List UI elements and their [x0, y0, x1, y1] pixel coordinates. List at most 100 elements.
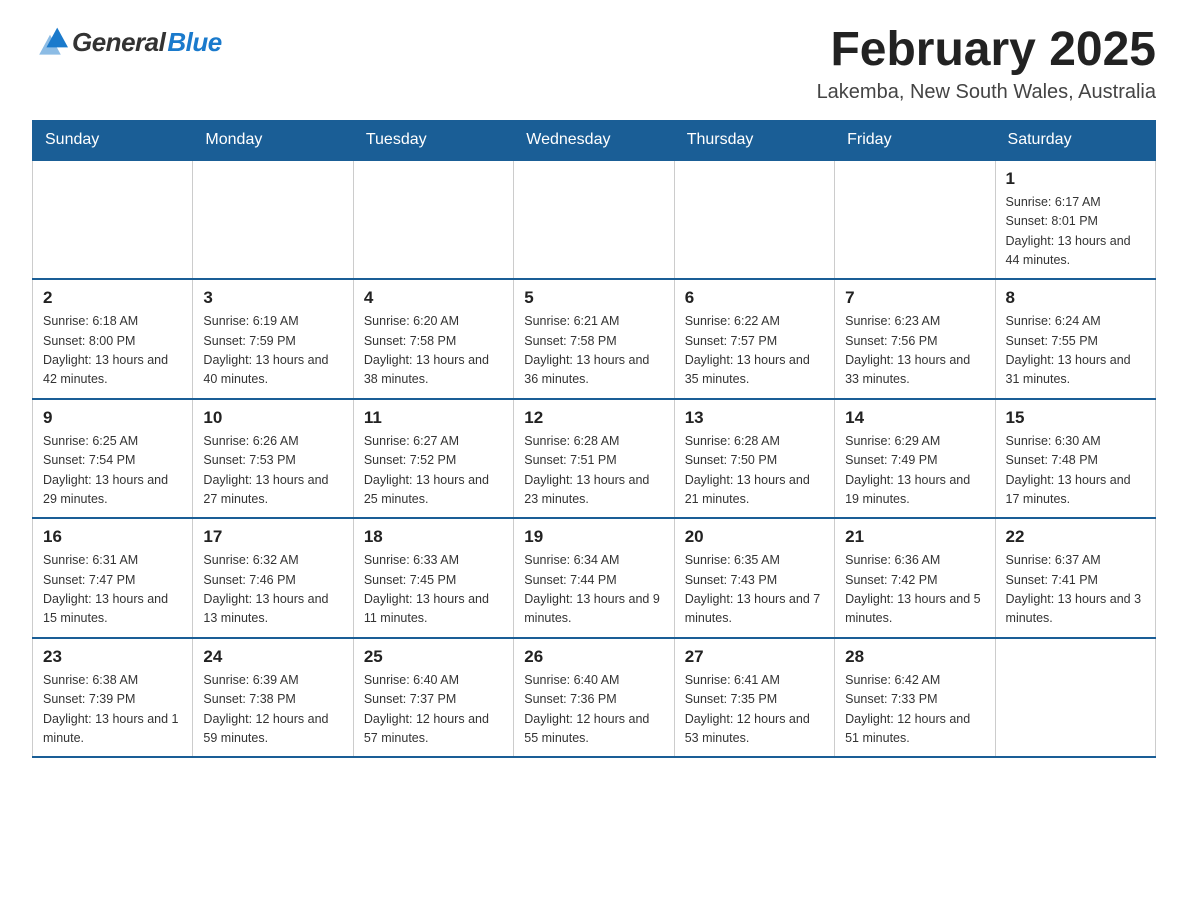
day-number: 19	[524, 527, 663, 547]
calendar-cell: 27 Sunrise: 6:41 AM Sunset: 7:35 PM Dayli…	[674, 638, 834, 758]
day-info: Sunrise: 6:32 AM Sunset: 7:46 PM Dayligh…	[203, 551, 342, 629]
calendar-cell	[674, 160, 834, 280]
day-number: 3	[203, 288, 342, 308]
calendar-cell: 18Sunrise: 6:33 AM Sunset: 7:45 PM Dayli…	[353, 518, 513, 638]
day-info: Sunrise: 6:29 AM Sunset: 7:49 PM Dayligh…	[845, 432, 984, 510]
day-number: 27	[685, 647, 824, 667]
column-header-tuesday: Tuesday	[353, 120, 513, 160]
column-header-thursday: Thursday	[674, 120, 834, 160]
title-section: February 2025 Lakemba, New South Wales, …	[817, 24, 1156, 104]
day-info: Sunrise: 6:25 AM Sunset: 7:54 PM Dayligh…	[43, 432, 182, 510]
day-info: Sunrise: 6:20 AM Sunset: 7:58 PM Dayligh…	[364, 312, 503, 390]
page-subtitle: Lakemba, New South Wales, Australia	[817, 81, 1156, 104]
calendar-week-row: 1 Sunrise: 6:17 AM Sunset: 8:01 PM Daylig…	[33, 160, 1156, 280]
day-info: Sunrise: 6:36 AM Sunset: 7:42 PM Dayligh…	[845, 551, 984, 629]
day-number: 2	[43, 288, 182, 308]
calendar-week-row: 23 Sunrise: 6:38 AM Sunset: 7:39 PM Dayli…	[33, 638, 1156, 758]
column-header-sunday: Sunday	[33, 120, 193, 160]
column-header-monday: Monday	[193, 120, 353, 160]
calendar-week-row: 9 Sunrise: 6:25 AM Sunset: 7:54 PM Daylig…	[33, 399, 1156, 519]
day-number: 10	[203, 408, 342, 428]
page-header: General Blue February 2025 Lakemba, New …	[32, 24, 1156, 104]
calendar-cell: 21 Sunrise: 6:36 AM Sunset: 7:42 PM Dayli…	[835, 518, 995, 638]
day-info: Sunrise: 6:18 AM Sunset: 8:00 PM Dayligh…	[43, 312, 182, 390]
calendar-cell: 17 Sunrise: 6:32 AM Sunset: 7:46 PM Dayli…	[193, 518, 353, 638]
day-number: 11	[364, 408, 503, 428]
day-info: Sunrise: 6:19 AM Sunset: 7:59 PM Dayligh…	[203, 312, 342, 390]
logo-icon	[32, 24, 68, 60]
day-info: Sunrise: 6:39 AM Sunset: 7:38 PM Dayligh…	[203, 671, 342, 749]
calendar-cell	[353, 160, 513, 280]
day-number: 7	[845, 288, 984, 308]
calendar-cell: 12 Sunrise: 6:28 AM Sunset: 7:51 PM Dayli…	[514, 399, 674, 519]
calendar-cell: 4 Sunrise: 6:20 AM Sunset: 7:58 PM Daylig…	[353, 279, 513, 399]
day-info: Sunrise: 6:28 AM Sunset: 7:51 PM Dayligh…	[524, 432, 663, 510]
day-number: 9	[43, 408, 182, 428]
logo: General Blue	[32, 24, 222, 60]
day-number: 14	[845, 408, 984, 428]
calendar-header-row: SundayMondayTuesdayWednesdayThursdayFrid…	[33, 120, 1156, 160]
day-info: Sunrise: 6:34 AM Sunset: 7:44 PM Dayligh…	[524, 551, 663, 629]
day-number: 15	[1006, 408, 1145, 428]
day-info: Sunrise: 6:21 AM Sunset: 7:58 PM Dayligh…	[524, 312, 663, 390]
day-number: 20	[685, 527, 824, 547]
calendar-cell: 22 Sunrise: 6:37 AM Sunset: 7:41 PM Dayli…	[995, 518, 1155, 638]
day-number: 4	[364, 288, 503, 308]
calendar-cell: 16 Sunrise: 6:31 AM Sunset: 7:47 PM Dayli…	[33, 518, 193, 638]
day-number: 8	[1006, 288, 1145, 308]
calendar-table: SundayMondayTuesdayWednesdayThursdayFrid…	[32, 120, 1156, 759]
day-number: 24	[203, 647, 342, 667]
calendar-cell: 14 Sunrise: 6:29 AM Sunset: 7:49 PM Dayli…	[835, 399, 995, 519]
calendar-cell: 11 Sunrise: 6:27 AM Sunset: 7:52 PM Dayli…	[353, 399, 513, 519]
column-header-wednesday: Wednesday	[514, 120, 674, 160]
day-number: 17	[203, 527, 342, 547]
calendar-cell	[995, 638, 1155, 758]
day-number: 25	[364, 647, 503, 667]
day-info: Sunrise: 6:41 AM Sunset: 7:35 PM Dayligh…	[685, 671, 824, 749]
calendar-cell: 6Sunrise: 6:22 AM Sunset: 7:57 PM Daylig…	[674, 279, 834, 399]
calendar-cell: 7 Sunrise: 6:23 AM Sunset: 7:56 PM Daylig…	[835, 279, 995, 399]
day-info: Sunrise: 6:35 AM Sunset: 7:43 PM Dayligh…	[685, 551, 824, 629]
calendar-cell: 3 Sunrise: 6:19 AM Sunset: 7:59 PM Daylig…	[193, 279, 353, 399]
calendar-cell: 24 Sunrise: 6:39 AM Sunset: 7:38 PM Dayli…	[193, 638, 353, 758]
day-info: Sunrise: 6:37 AM Sunset: 7:41 PM Dayligh…	[1006, 551, 1145, 629]
column-header-friday: Friday	[835, 120, 995, 160]
page-title: February 2025	[817, 24, 1156, 77]
day-number: 13	[685, 408, 824, 428]
day-info: Sunrise: 6:40 AM Sunset: 7:36 PM Dayligh…	[524, 671, 663, 749]
calendar-cell	[835, 160, 995, 280]
calendar-week-row: 16 Sunrise: 6:31 AM Sunset: 7:47 PM Dayli…	[33, 518, 1156, 638]
day-number: 5	[524, 288, 663, 308]
calendar-cell: 23 Sunrise: 6:38 AM Sunset: 7:39 PM Dayli…	[33, 638, 193, 758]
day-info: Sunrise: 6:38 AM Sunset: 7:39 PM Dayligh…	[43, 671, 182, 749]
calendar-cell	[193, 160, 353, 280]
column-header-saturday: Saturday	[995, 120, 1155, 160]
day-number: 26	[524, 647, 663, 667]
day-info: Sunrise: 6:31 AM Sunset: 7:47 PM Dayligh…	[43, 551, 182, 629]
day-number: 22	[1006, 527, 1145, 547]
day-number: 23	[43, 647, 182, 667]
day-info: Sunrise: 6:27 AM Sunset: 7:52 PM Dayligh…	[364, 432, 503, 510]
day-number: 12	[524, 408, 663, 428]
calendar-cell: 5 Sunrise: 6:21 AM Sunset: 7:58 PM Daylig…	[514, 279, 674, 399]
day-info: Sunrise: 6:17 AM Sunset: 8:01 PM Dayligh…	[1006, 193, 1145, 271]
calendar-cell: 10Sunrise: 6:26 AM Sunset: 7:53 PM Dayli…	[193, 399, 353, 519]
day-info: Sunrise: 6:24 AM Sunset: 7:55 PM Dayligh…	[1006, 312, 1145, 390]
calendar-cell: 28Sunrise: 6:42 AM Sunset: 7:33 PM Dayli…	[835, 638, 995, 758]
logo-general: General	[72, 27, 165, 58]
day-number: 6	[685, 288, 824, 308]
calendar-cell	[33, 160, 193, 280]
day-info: Sunrise: 6:40 AM Sunset: 7:37 PM Dayligh…	[364, 671, 503, 749]
day-number: 21	[845, 527, 984, 547]
calendar-cell	[514, 160, 674, 280]
calendar-cell: 19 Sunrise: 6:34 AM Sunset: 7:44 PM Dayli…	[514, 518, 674, 638]
calendar-cell: 13Sunrise: 6:28 AM Sunset: 7:50 PM Dayli…	[674, 399, 834, 519]
calendar-cell: 15Sunrise: 6:30 AM Sunset: 7:48 PM Dayli…	[995, 399, 1155, 519]
calendar-cell: 25 Sunrise: 6:40 AM Sunset: 7:37 PM Dayli…	[353, 638, 513, 758]
logo-blue: Blue	[167, 27, 221, 58]
day-number: 1	[1006, 169, 1145, 189]
day-number: 16	[43, 527, 182, 547]
day-info: Sunrise: 6:33 AM Sunset: 7:45 PM Dayligh…	[364, 551, 503, 629]
day-info: Sunrise: 6:23 AM Sunset: 7:56 PM Dayligh…	[845, 312, 984, 390]
day-info: Sunrise: 6:42 AM Sunset: 7:33 PM Dayligh…	[845, 671, 984, 749]
